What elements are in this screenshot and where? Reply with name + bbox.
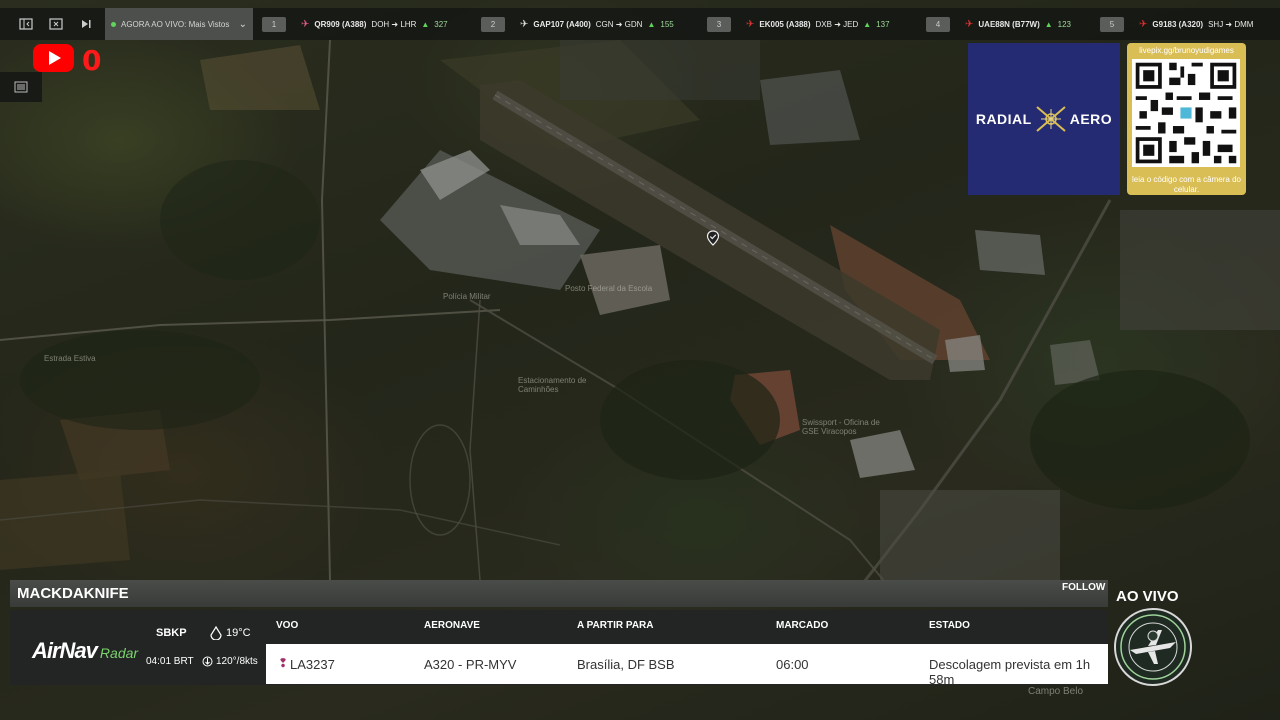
viewers-icon: ▲ xyxy=(863,19,872,29)
live-label: AO VIVO xyxy=(1116,588,1179,605)
header-marcado: MARCADO xyxy=(776,620,829,631)
location-pin-icon[interactable] xyxy=(706,230,720,246)
airplane-icon: ✈ xyxy=(746,18,755,30)
local-time: 04:01 BRT xyxy=(146,656,194,667)
map-label-policia: Polícia Militar xyxy=(443,292,491,301)
wind-icon xyxy=(202,656,213,667)
map-label-campo: Campo Belo xyxy=(1028,686,1084,697)
flight-index: 2 xyxy=(481,16,505,32)
flight-chip-2[interactable]: 2 ✈ GAP107 (A400) CGN ➜ GDN ▲ 155 xyxy=(481,8,674,40)
aircraft: A320 - PR-MYV xyxy=(424,657,517,672)
channel-logo-icon xyxy=(1120,614,1186,680)
map-label-posto: Posto Federal da Escola xyxy=(565,284,653,293)
temperature-value: 19°C xyxy=(226,627,251,639)
weather-drop-icon xyxy=(210,626,222,640)
viewer-count: 123 xyxy=(1057,19,1072,29)
wind: 120°/8kts xyxy=(202,656,258,667)
flight-route: CGN ➜ GDN xyxy=(595,19,643,29)
flight-callsign: EK005 (A388) xyxy=(759,19,811,29)
flight-index: 3 xyxy=(707,16,731,32)
temperature: 19°C xyxy=(209,626,251,640)
viewer-count: 137 xyxy=(876,19,890,29)
viewers-icon: ▲ xyxy=(421,19,430,29)
header-destino: A PARTIR PARA xyxy=(577,620,654,631)
airport-code: SBKP xyxy=(156,627,187,639)
youtube-counter: 0 xyxy=(82,44,102,77)
logo-sub: Radar xyxy=(99,645,139,661)
header-estado: ESTADO xyxy=(929,620,970,631)
airnav-logo: AirNav Radar xyxy=(32,638,138,664)
qr-code-icon xyxy=(1132,59,1240,167)
airline-icon: ❢ xyxy=(278,656,289,670)
airplane-icon: ✈ xyxy=(520,18,529,30)
wind-value: 120°/8kts xyxy=(216,656,258,667)
logo-text: AirNav xyxy=(32,638,98,663)
live-filter-dropdown[interactable]: AGORA AO VIVO: Mais Vistos ⌄ xyxy=(105,8,253,40)
flight-callsign: GAP107 (A400) xyxy=(533,19,591,29)
sponsor-brand-left: RADIAL xyxy=(975,111,1032,127)
close-window-icon[interactable] xyxy=(45,13,67,35)
propeller-icon xyxy=(1036,106,1066,132)
flight-callsign: G9183 (A320) xyxy=(1152,19,1204,29)
map-label-estrada: Estrada Estiva xyxy=(44,354,96,363)
qr-caption: leia o código com a câmera do celular. xyxy=(1132,175,1241,194)
live-dot-icon xyxy=(111,21,116,27)
flight-index: 4 xyxy=(926,16,950,32)
flight-index: 5 xyxy=(1100,16,1124,32)
flight-route: DOH ➜ LHR xyxy=(371,19,417,29)
flight-row[interactable]: ❢ LA3237 A320 - PR-MYV Brasília, DF BSB … xyxy=(266,644,1108,687)
header-aeronave: AERONAVE xyxy=(424,620,480,631)
flight-route: SHJ ➜ DMM xyxy=(1208,19,1254,29)
flight-status: Descolagem prevista em 1h 58m xyxy=(929,657,1091,687)
top-bar: AGORA AO VIVO: Mais Vistos ⌄ 1 ✈ QR909 (… xyxy=(0,8,1280,40)
channel-badge xyxy=(1114,608,1192,686)
flight-info-panel: MACKDAKNIFE AirNav Radar SBKP 04:01 BRT 1… xyxy=(10,580,1108,687)
airplane-icon: ✈ xyxy=(301,18,310,30)
live-filter-label: AGORA AO VIVO: Mais Vistos xyxy=(121,19,230,29)
list-view-icon[interactable] xyxy=(0,72,42,102)
sponsor-radial-aero: RADIAL AERO xyxy=(968,43,1120,195)
viewers-icon: ▲ xyxy=(647,19,656,29)
scheduled-time: 06:00 xyxy=(776,657,809,672)
collapse-panel-icon[interactable] xyxy=(15,13,37,35)
viewer-count: 327 xyxy=(434,19,448,29)
viewers-icon: ▲ xyxy=(1044,19,1053,29)
map-label-estacionamento: Estacionamento de Caminhões xyxy=(518,376,587,394)
map-label-swissport: Swissport - Oficina de GSE Viracopos xyxy=(802,418,880,436)
airplane-icon: ✈ xyxy=(1139,18,1148,30)
flight-route: DXB ➜ JED xyxy=(815,19,859,29)
chevron-down-icon: ⌄ xyxy=(238,18,247,30)
flight-chip-5[interactable]: 5 ✈ G9183 (A320) SHJ ➜ DMM xyxy=(1100,8,1253,40)
username: MACKDAKNIFE xyxy=(17,585,129,602)
flight-chip-3[interactable]: 3 ✈ EK005 (A388) DXB ➜ JED ▲ 137 xyxy=(707,8,890,40)
youtube-icon[interactable] xyxy=(33,44,74,72)
donation-qr-panel[interactable]: livepix.gg/brunoyudigames leia o código … xyxy=(1127,43,1246,195)
flight-callsign: QR909 (A388) xyxy=(314,19,367,29)
destination: Brasília, DF BSB xyxy=(577,657,675,672)
username-strip xyxy=(10,580,1108,607)
flight-number: LA3237 xyxy=(290,657,335,672)
flight-index: 1 xyxy=(262,16,286,32)
qr-url: livepix.gg/brunoyudigames xyxy=(1139,46,1234,55)
sponsor-brand-right: AERO xyxy=(1069,111,1113,127)
viewer-count: 155 xyxy=(660,19,674,29)
follow-button[interactable]: FOLLOW xyxy=(1062,582,1105,593)
flight-chip-1[interactable]: 1 ✈ QR909 (A388) DOH ➜ LHR ▲ 327 xyxy=(262,8,448,40)
flight-callsign: UAE88N (B77W) xyxy=(978,19,1040,29)
skip-forward-icon[interactable] xyxy=(75,13,97,35)
airplane-icon: ✈ xyxy=(965,18,974,30)
flight-chip-4[interactable]: 4 ✈ UAE88N (B77W) ▲ 123 xyxy=(926,8,1071,40)
header-voo: VOO xyxy=(276,620,299,631)
